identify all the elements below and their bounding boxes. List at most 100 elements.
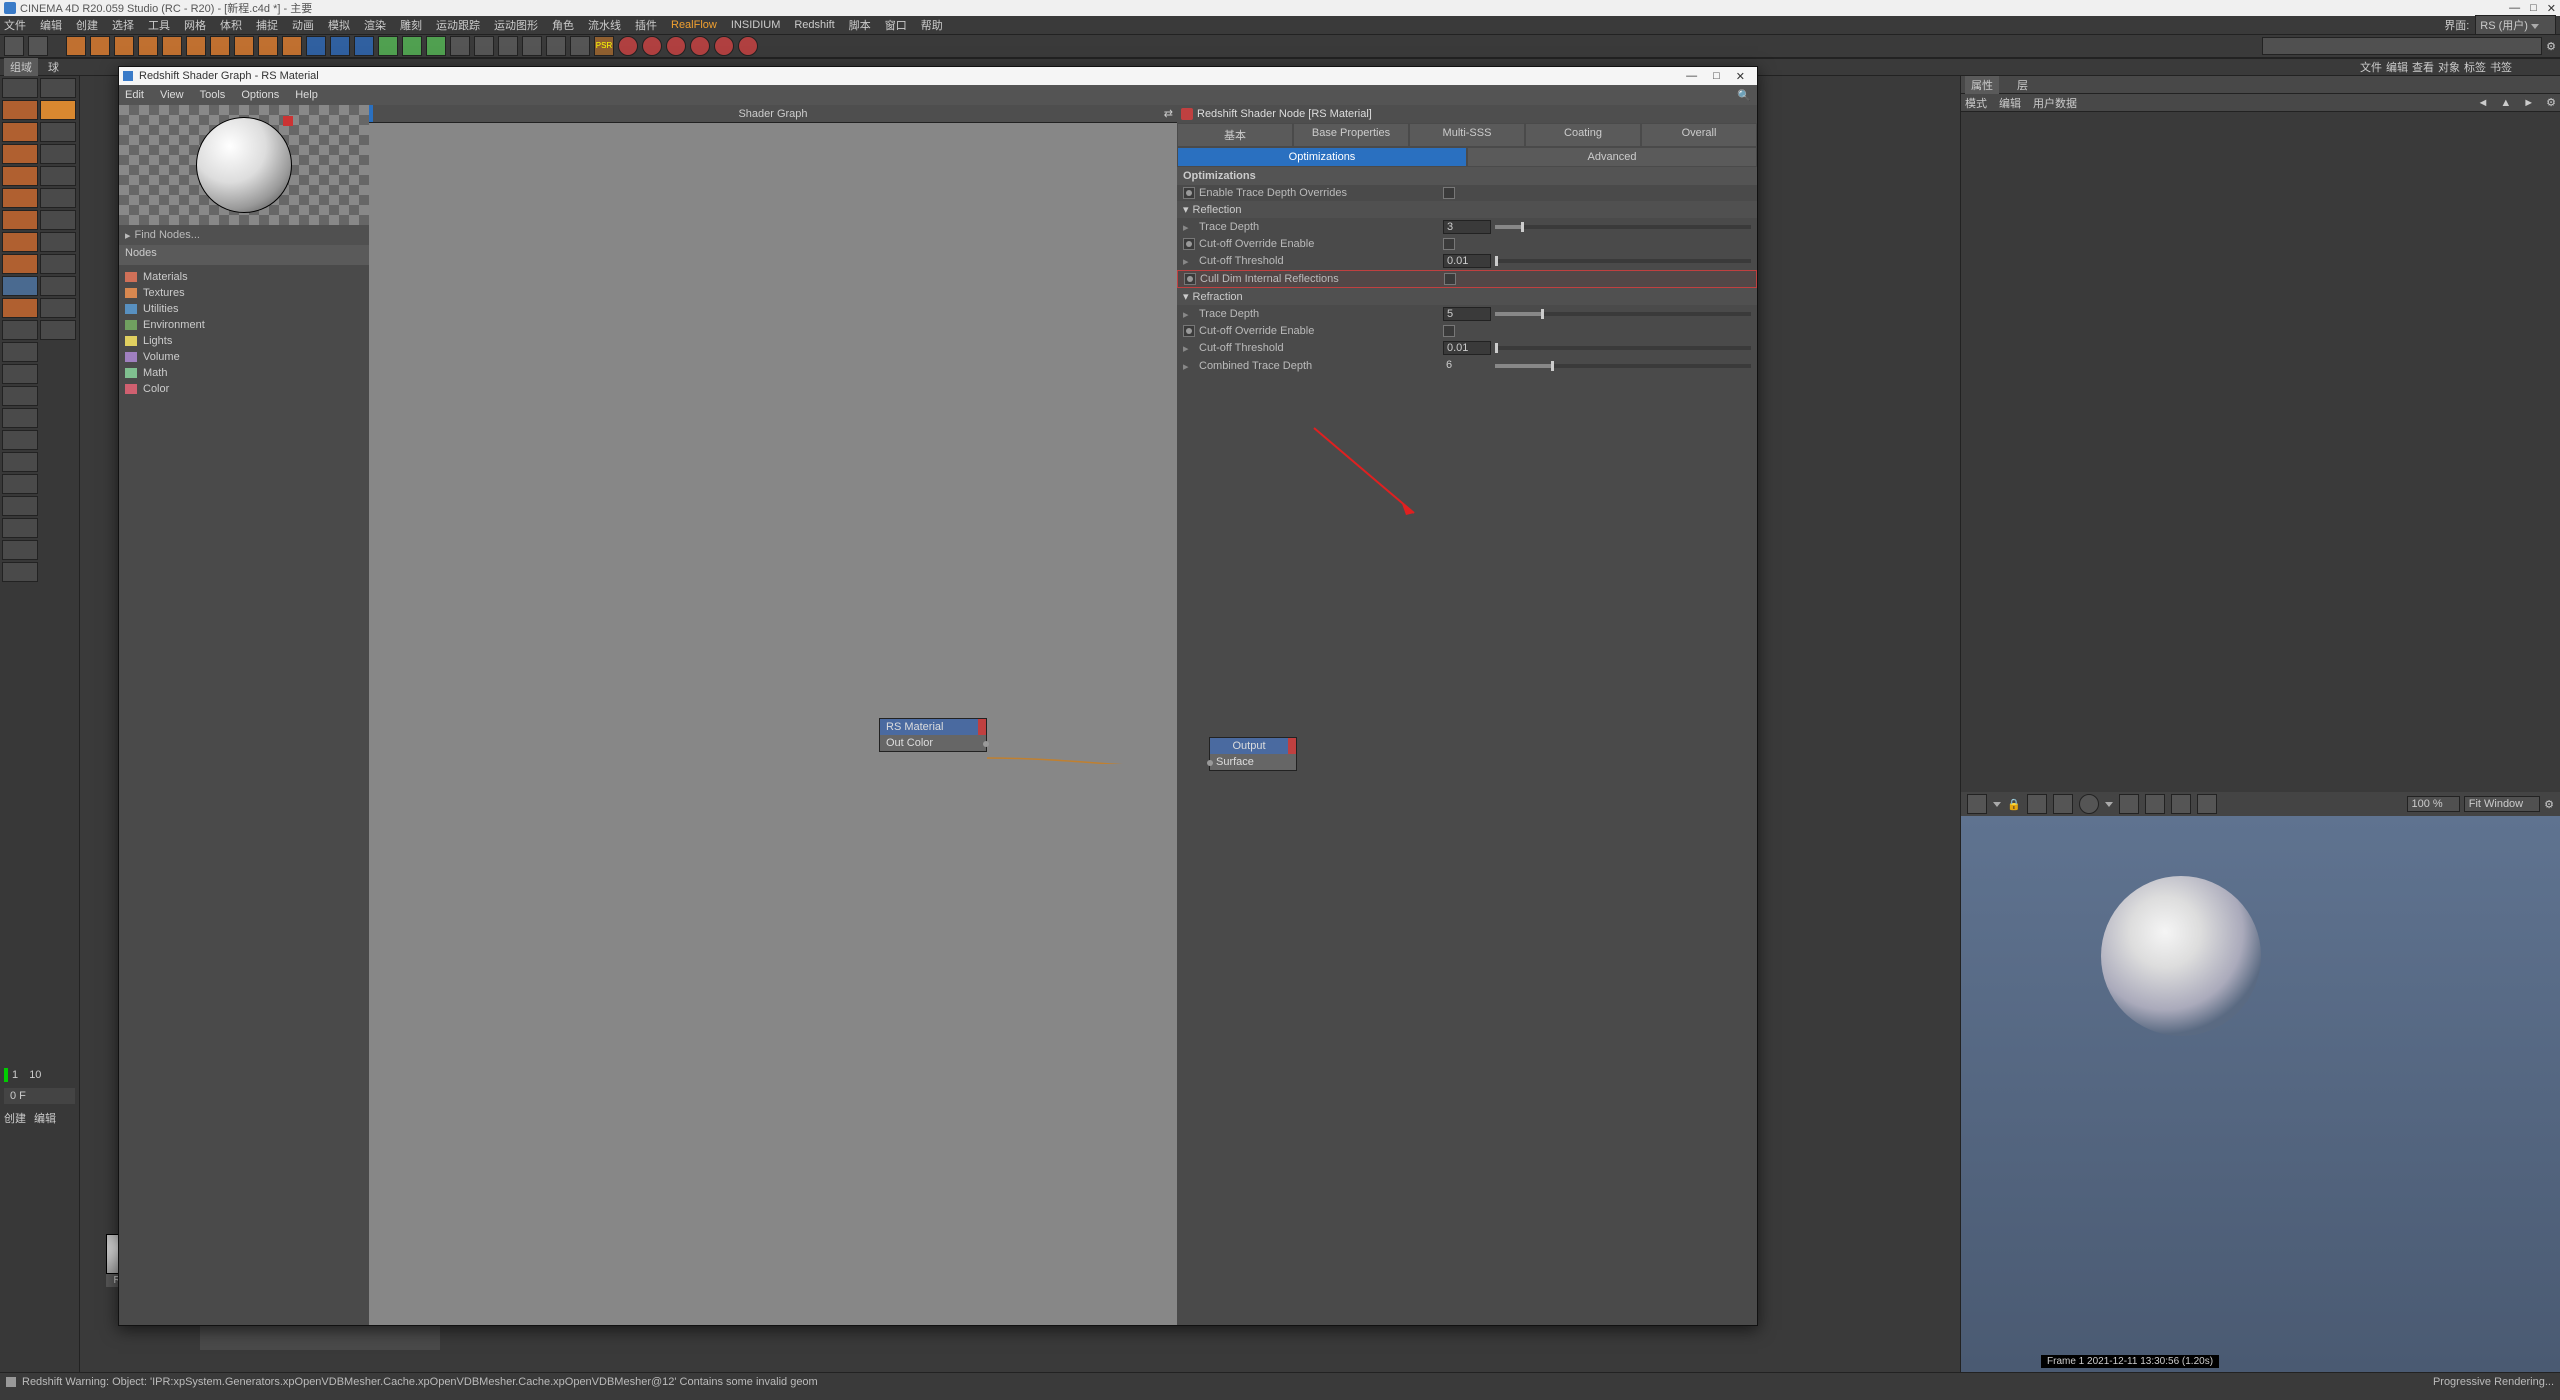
menu-volume[interactable]: 体积 (220, 17, 242, 33)
close-button[interactable]: ✕ (2547, 2, 2556, 15)
mode-icon-4[interactable] (40, 100, 76, 120)
current-frame[interactable]: 0 F (4, 1088, 75, 1104)
tool-5[interactable] (162, 36, 182, 56)
tool-2[interactable] (90, 36, 110, 56)
graph-link-icon[interactable]: ⇄ (1164, 107, 1173, 120)
tab-basic[interactable]: 基本 (1178, 124, 1292, 146)
rv-dropdown-icon[interactable] (1993, 802, 2001, 807)
tool-9[interactable] (258, 36, 278, 56)
node-output[interactable]: Output Surface (1209, 737, 1297, 771)
tab-sphere[interactable]: 球 (42, 58, 65, 76)
subtab-userdata[interactable]: 用户数据 (2033, 95, 2077, 111)
minimize-button[interactable]: — (2509, 2, 2520, 15)
menu-mograph[interactable]: 运动图形 (494, 17, 538, 33)
obj-menu-edit[interactable]: 编辑 (2386, 59, 2408, 75)
mode-icon-16[interactable] (40, 232, 76, 252)
menu-realflow[interactable]: RealFlow (671, 19, 717, 31)
mode-icon-33[interactable] (2, 518, 38, 538)
refr-trace-depth-input[interactable]: 5 (1443, 307, 1491, 321)
mode-icon-14[interactable] (40, 210, 76, 230)
node-cat-materials[interactable]: Materials (125, 269, 363, 285)
dlg-menu-edit[interactable]: Edit (125, 89, 144, 101)
menu-mesh[interactable]: 网格 (184, 17, 206, 33)
mode-icon-28[interactable] (2, 408, 38, 428)
tool-17[interactable] (450, 36, 470, 56)
tool-r6[interactable] (738, 36, 758, 56)
tab-attributes[interactable]: 属性 (1965, 76, 1999, 94)
mode-icon-21[interactable] (2, 298, 38, 318)
maximize-button[interactable]: □ (2530, 2, 2537, 15)
mode-icon-24[interactable] (40, 320, 76, 340)
mode-icon-1[interactable] (2, 78, 38, 98)
rv-btn-copy[interactable] (2197, 794, 2217, 814)
menu-redshift[interactable]: Redshift (794, 19, 834, 31)
menu-character[interactable]: 角色 (552, 17, 574, 33)
subtab-mode[interactable]: 模式 (1965, 95, 1987, 111)
obj-menu-bookmarks[interactable]: 书签 (2490, 59, 2512, 75)
menu-animate[interactable]: 动画 (292, 17, 314, 33)
nav-up-icon[interactable]: ▲ (2500, 97, 2511, 109)
tool-r2[interactable] (642, 36, 662, 56)
mode-icon-9[interactable] (2, 166, 38, 186)
mat-menu-create[interactable]: 创建 (4, 1110, 26, 1126)
tab-coating[interactable]: Coating (1526, 124, 1640, 146)
reflection-header[interactable]: ▾Reflection (1177, 201, 1757, 218)
tool-r1[interactable] (618, 36, 638, 56)
rv-btn-grid[interactable] (2027, 794, 2047, 814)
menu-snap[interactable]: 捕捉 (256, 17, 278, 33)
tool-6[interactable] (186, 36, 206, 56)
mode-icon-10[interactable] (40, 166, 76, 186)
menu-plugins[interactable]: 插件 (635, 17, 657, 33)
dialog-maximize[interactable]: □ (1713, 70, 1720, 83)
menu-script[interactable]: 脚本 (849, 17, 871, 33)
mode-icon-25[interactable] (2, 342, 38, 362)
tool-22[interactable] (570, 36, 590, 56)
mode-icon-6[interactable] (40, 122, 76, 142)
redo-button[interactable] (28, 36, 48, 56)
subtab-edit[interactable]: 编辑 (1999, 95, 2021, 111)
tab-advanced[interactable]: Advanced (1468, 148, 1756, 166)
tool-8[interactable] (234, 36, 254, 56)
render-canvas[interactable]: Frame 1 2021-12-11 13:30:56 (1.20s) (1961, 816, 2560, 1372)
mode-icon-27[interactable] (2, 386, 38, 406)
dlg-menu-tools[interactable]: Tools (200, 89, 226, 101)
menu-render[interactable]: 渲染 (364, 17, 386, 33)
menu-file[interactable]: 文件 (4, 17, 26, 33)
enable-trace-depth-link[interactable] (1443, 187, 1455, 199)
search-icon[interactable]: 🔍 (1737, 89, 1751, 102)
tool-13[interactable] (354, 36, 374, 56)
mode-icon-7[interactable] (2, 144, 38, 164)
rv-btn-img3[interactable] (2171, 794, 2191, 814)
rv-btn-img2[interactable] (2145, 794, 2165, 814)
dialog-titlebar[interactable]: Redshift Shader Graph - RS Material — □ … (119, 67, 1757, 85)
menu-edit[interactable]: 编辑 (40, 17, 62, 33)
dlg-menu-options[interactable]: Options (241, 89, 279, 101)
mode-icon-17[interactable] (2, 254, 38, 274)
node-cat-environment[interactable]: Environment (125, 317, 363, 333)
tab-group[interactable]: 组域 (4, 58, 38, 76)
zoom-dropdown[interactable]: 100 % (2407, 796, 2460, 812)
find-nodes-input[interactable]: ▸ Find Nodes... (119, 225, 369, 245)
tool-1[interactable] (66, 36, 86, 56)
combined-depth-slider[interactable] (1495, 364, 1751, 368)
mode-icon-35[interactable] (2, 562, 38, 582)
refr-cutoff-thresh-slider[interactable] (1495, 346, 1751, 350)
tool-14[interactable] (378, 36, 398, 56)
mode-icon-19[interactable] (2, 276, 38, 296)
tool-19[interactable] (498, 36, 518, 56)
menu-select[interactable]: 选择 (112, 17, 134, 33)
menu-window[interactable]: 窗口 (885, 17, 907, 33)
cull-dim-link[interactable] (1444, 273, 1456, 285)
mode-icon-18[interactable] (40, 254, 76, 274)
mode-icon-23[interactable] (2, 320, 38, 340)
refr-cutoff-enable-checkbox[interactable] (1183, 325, 1195, 337)
tool-12[interactable] (330, 36, 350, 56)
tool-r4[interactable] (690, 36, 710, 56)
menu-help[interactable]: 帮助 (921, 17, 943, 33)
obj-menu-view[interactable]: 查看 (2412, 59, 2434, 75)
menu-create[interactable]: 创建 (76, 17, 98, 33)
tab-optimizations[interactable]: Optimizations (1178, 148, 1466, 166)
tool-r3[interactable] (666, 36, 686, 56)
mode-icon-22[interactable] (40, 298, 76, 318)
dialog-close[interactable]: ✕ (1736, 70, 1745, 83)
